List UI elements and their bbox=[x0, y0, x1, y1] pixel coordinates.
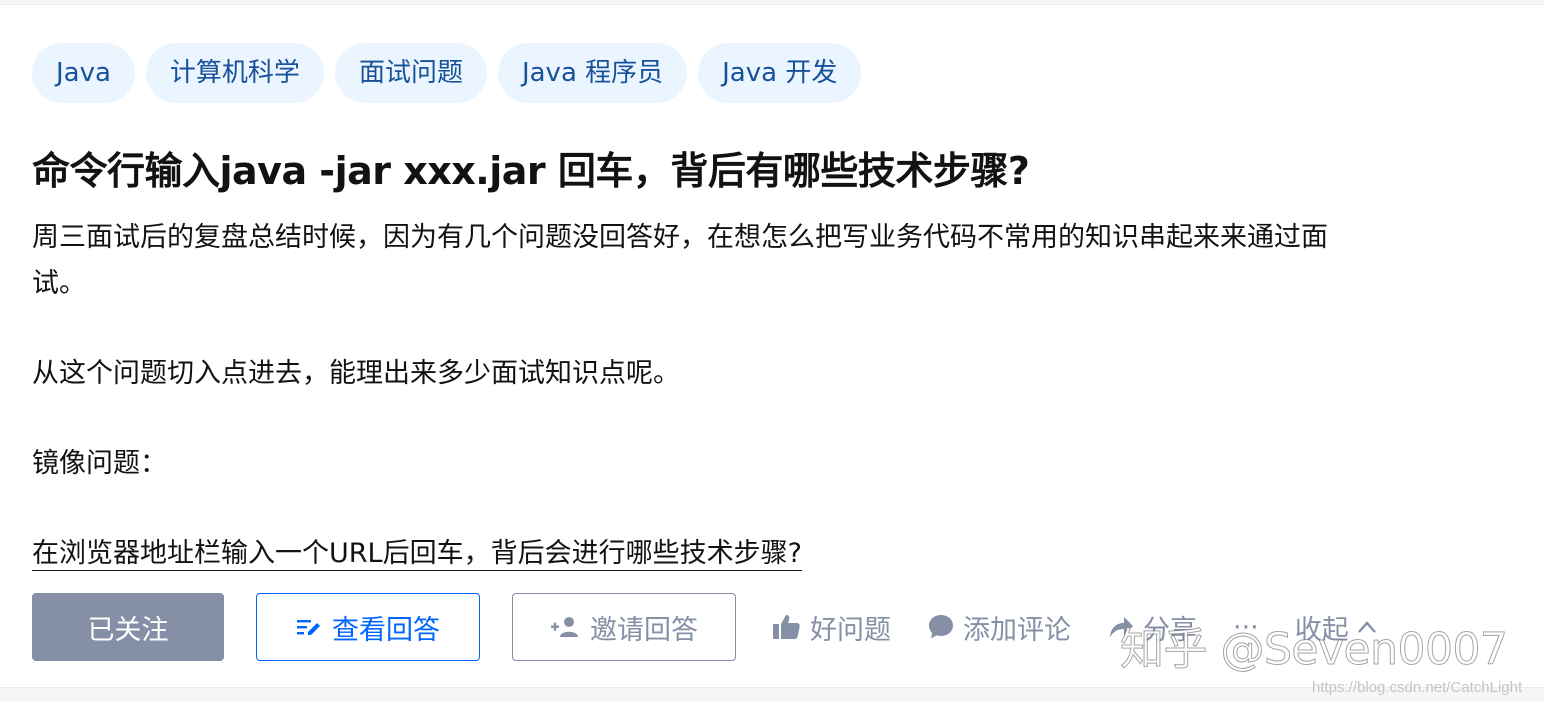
follow-button[interactable]: 已关注 bbox=[32, 593, 224, 661]
comment-bubble-icon bbox=[927, 613, 955, 641]
thumb-up-icon bbox=[772, 613, 802, 641]
chevron-up-icon bbox=[1357, 620, 1377, 634]
add-comment-button[interactable]: 添加评论 bbox=[927, 608, 1071, 647]
topic-tag-java-programmer[interactable]: Java 程序员 bbox=[497, 43, 688, 103]
url-watermark: https://blog.csdn.net/CatchLight bbox=[1312, 679, 1523, 696]
good-question-label: 好问题 bbox=[810, 614, 891, 646]
more-button[interactable]: ··· bbox=[1233, 612, 1259, 643]
share-icon bbox=[1107, 613, 1135, 641]
invite-answer-button[interactable]: 邀请回答 bbox=[512, 593, 736, 661]
action-bar: 已关注 查看回答 邀请回答 好问题 添加评论 分享 ··· 收起 bbox=[32, 593, 1377, 661]
share-label: 分享 bbox=[1143, 614, 1197, 646]
detail-paragraph: 周三面试后的复盘总结时候，因为有几个问题没回答好，在想怎么把写业务代码不常用的知… bbox=[32, 222, 1328, 299]
invite-answer-label: 邀请回答 bbox=[590, 614, 698, 646]
view-answers-label: 查看回答 bbox=[332, 614, 440, 646]
share-button[interactable]: 分享 bbox=[1107, 608, 1197, 647]
view-answers-button[interactable]: 查看回答 bbox=[256, 593, 480, 661]
mirror-question-paragraph: 在浏览器地址栏输入一个URL后回车，背后会进行哪些技术步骤? bbox=[32, 531, 1372, 577]
good-question-button[interactable]: 好问题 bbox=[772, 608, 891, 647]
add-comment-label: 添加评论 bbox=[963, 614, 1071, 646]
question-card: Java 计算机科学 面试问题 Java 程序员 Java 开发 命令行输入ja… bbox=[0, 4, 1544, 696]
topic-tags: Java 计算机科学 面试问题 Java 程序员 Java 开发 bbox=[32, 43, 862, 103]
topic-tag-java-development[interactable]: Java 开发 bbox=[698, 43, 862, 103]
topic-tag-interview-questions[interactable]: 面试问题 bbox=[334, 43, 487, 103]
collapse-button[interactable]: 收起 bbox=[1295, 608, 1377, 647]
mirror-question-link[interactable]: 在浏览器地址栏输入一个URL后回车，背后会进行哪些技术步骤? bbox=[32, 538, 802, 571]
topic-tag-java[interactable]: Java bbox=[32, 43, 135, 103]
detail-paragraph: 从这个问题切入点进去，能理出来多少面试知识点呢。 bbox=[32, 358, 680, 389]
edit-list-icon bbox=[296, 615, 322, 639]
collapse-label: 收起 bbox=[1294, 614, 1349, 646]
add-user-icon bbox=[550, 615, 580, 639]
detail-paragraph: 镜像问题： bbox=[32, 448, 167, 479]
topic-tag-computer-science[interactable]: 计算机科学 bbox=[145, 43, 324, 103]
question-title: 命令行输入java -jar xxx.jar 回车，背后有哪些技术步骤? bbox=[32, 149, 1030, 193]
question-detail: 周三面试后的复盘总结时候，因为有几个问题没回答好，在想怎么把写业务代码不常用的知… bbox=[32, 215, 1372, 577]
